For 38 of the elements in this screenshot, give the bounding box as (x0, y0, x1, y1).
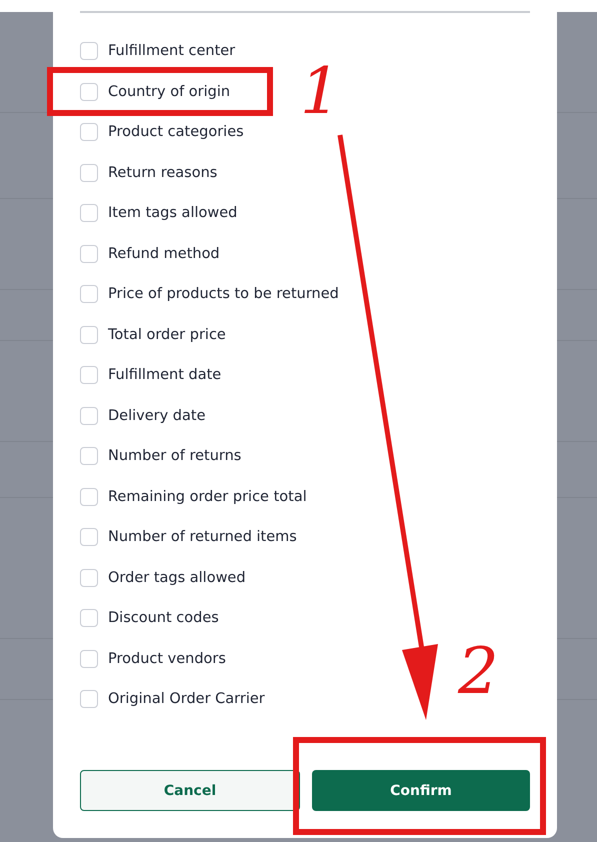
option-label: Number of returned items (108, 529, 297, 546)
step-number: 2 (458, 640, 499, 704)
step-number: 1 (300, 60, 341, 124)
checkbox[interactable] (80, 690, 98, 708)
checkbox[interactable] (80, 164, 98, 182)
cancel-button[interactable]: Cancel (80, 770, 300, 811)
option-label: Discount codes (108, 610, 219, 626)
option-label: Number of returns (108, 448, 242, 464)
option-label: Fulfillment date (108, 367, 222, 384)
option-label: Remaining order price total (108, 488, 307, 505)
option-label: Item tags allowed (108, 205, 238, 222)
option-label: Original Order Carrier (108, 691, 265, 708)
checkbox[interactable] (80, 528, 98, 546)
option-label: Product categories (108, 124, 244, 140)
option-label: Delivery date (108, 408, 206, 424)
checkbox[interactable] (80, 366, 98, 384)
checkbox[interactable] (80, 123, 98, 142)
checkbox[interactable] (80, 204, 98, 222)
option-label: Order tags allowed (108, 570, 246, 586)
checkbox[interactable] (80, 650, 98, 668)
checkbox[interactable] (80, 326, 98, 344)
checkbox[interactable] (80, 42, 98, 60)
checkbox[interactable] (80, 82, 98, 101)
checkbox[interactable] (80, 488, 98, 506)
option-label: Product vendors (108, 650, 226, 667)
checkbox[interactable] (80, 406, 98, 425)
checkbox[interactable] (80, 285, 98, 304)
option-label: Fulfillment center (108, 43, 236, 60)
checkbox[interactable] (80, 609, 98, 628)
checkbox[interactable] (80, 244, 98, 263)
option-label: Price of products to be returned (108, 286, 339, 302)
option-label: Refund method (108, 246, 220, 262)
option-label: Total order price (108, 326, 226, 343)
checkbox[interactable] (80, 447, 98, 466)
confirm-button[interactable]: Confirm (312, 770, 530, 811)
option-label: Return reasons (108, 164, 218, 181)
option-label: Country of origin (108, 84, 230, 100)
checkbox[interactable] (80, 568, 98, 587)
